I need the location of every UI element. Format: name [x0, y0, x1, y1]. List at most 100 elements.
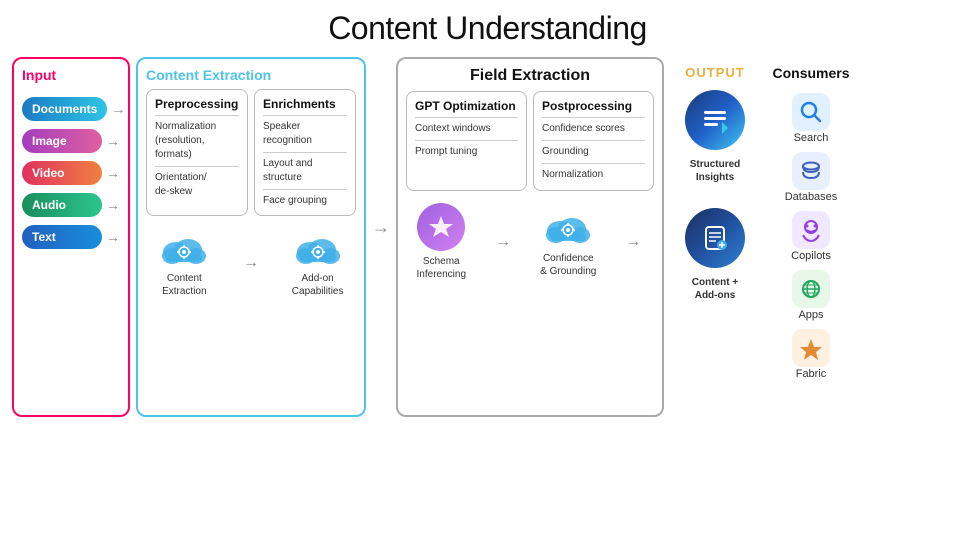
preprocessing-box: Preprocessing Normalization (resolution,… [146, 89, 248, 216]
input-row-documents: Documents → [22, 97, 120, 121]
schema-icon [417, 203, 465, 251]
arrow-text: → [106, 229, 120, 245]
input-section: Input Documents → Image → Video [12, 57, 130, 417]
cloud-extraction-label: ContentExtraction [162, 272, 206, 298]
content-extraction-section: Content Extraction Preprocessing Normali… [136, 57, 366, 417]
cloud-addon-label: Add-onCapabilities [292, 272, 344, 298]
consumers-section: Consumers Search [766, 57, 856, 384]
output-label: OUTPUT [685, 65, 744, 80]
pill-audio: Audio [22, 193, 102, 217]
consumer-fabric: Fabric [792, 329, 830, 380]
structured-insights-label: StructuredInsights [690, 158, 741, 184]
preprocessing-item1: Normalization (resolution, formats) [155, 120, 239, 162]
search-label: Search [794, 132, 829, 144]
image-label: Image [32, 134, 67, 148]
arrow-confidence-to-output: → [625, 233, 641, 251]
confidence-item: Confidence& Grounding [540, 206, 596, 278]
schema-item: SchemaInferencing [417, 203, 466, 281]
input-row-audio: Audio → [22, 193, 120, 217]
confidence-label: Confidence& Grounding [540, 252, 596, 278]
consumer-apps: Apps [792, 270, 830, 321]
page: { "title": "Content Understanding", "inp… [0, 0, 975, 536]
copilots-icon-circle [792, 211, 830, 249]
content-addons-label: Content +Add-ons [692, 276, 738, 302]
content-boxes-row: Preprocessing Normalization (resolution,… [146, 89, 356, 216]
pill-image: Image [22, 129, 102, 153]
content-addons-icon [698, 221, 732, 255]
postprocessing-title: Postprocessing [542, 99, 645, 113]
copilots-label: Copilots [791, 250, 831, 262]
content-cloud-row: ContentExtraction → [146, 228, 356, 298]
input-row-image: Image → [22, 129, 120, 153]
documents-label: Documents [32, 102, 97, 116]
gpt-item1: Context windows [415, 122, 518, 136]
structured-insights-icon [698, 103, 732, 137]
arrow-schema-to-confidence: → [495, 233, 511, 251]
pill-video: Video [22, 161, 102, 185]
arrow-documents: → [111, 101, 125, 117]
enrichments-item3: Face grouping [263, 194, 347, 208]
apps-icon [798, 276, 824, 302]
arrow-to-field: → [372, 57, 390, 238]
preprocessing-item2: Orientation/de-skew [155, 171, 239, 199]
post-item2: Grounding [542, 145, 645, 159]
consumer-databases: Databases [785, 152, 838, 203]
page-title: Content Understanding [328, 10, 647, 47]
databases-icon [798, 158, 824, 184]
preprocessing-title: Preprocessing [155, 97, 239, 111]
consumer-search: Search [792, 93, 830, 144]
pill-documents: Documents [22, 97, 107, 121]
content-extraction-label: Content Extraction [146, 67, 271, 83]
output-section: OUTPUT StructuredInsights [670, 57, 760, 302]
fabric-icon [798, 335, 824, 361]
search-icon-circle [792, 93, 830, 131]
diagram-row: Input Documents → Image → Video [12, 57, 963, 417]
content-addons-circle [685, 208, 745, 268]
search-icon [798, 99, 824, 125]
cloud-addon: Add-onCapabilities [292, 228, 344, 298]
gpt-item2: Prompt tuning [415, 145, 518, 159]
databases-label: Databases [785, 191, 838, 203]
consumer-copilots: Copilots [791, 211, 831, 262]
consumers-label: Consumers [772, 65, 849, 81]
gpt-box: GPT Optimization Context windows Prompt … [406, 91, 527, 191]
arrow-video: → [106, 165, 120, 181]
fabric-label: Fabric [796, 368, 827, 380]
arrow-image: → [106, 133, 120, 149]
field-extraction-section: Field Extraction GPT Optimization Contex… [396, 57, 664, 417]
cloud-extraction-icon [158, 228, 210, 268]
post-item3: Normalization [542, 168, 645, 182]
structured-insights-circle [685, 90, 745, 150]
schema-star-icon [427, 213, 455, 241]
input-items: Documents → Image → Video → [22, 97, 120, 249]
field-extraction-label: Field Extraction [406, 67, 654, 85]
arrow-between-clouds: → [243, 254, 259, 272]
confidence-cloud-icon [542, 206, 594, 248]
fabric-icon-circle [792, 329, 830, 367]
input-label: Input [22, 67, 56, 83]
cloud-addon-icon [292, 228, 344, 268]
schema-label: SchemaInferencing [417, 255, 466, 281]
enrichments-title: Enrichments [263, 97, 347, 111]
enrichments-item2: Layout and structure [263, 157, 347, 185]
copilots-icon [798, 217, 824, 243]
input-row-text: Text → [22, 225, 120, 249]
fe-cloud-row: SchemaInferencing → [406, 203, 654, 281]
fe-boxes-row: GPT Optimization Context windows Prompt … [406, 91, 654, 191]
cloud-extraction: ContentExtraction [158, 228, 210, 298]
apps-label: Apps [798, 309, 823, 321]
text-label: Text [32, 230, 56, 244]
video-label: Video [32, 166, 64, 180]
post-item1: Confidence scores [542, 122, 645, 136]
enrichments-box: Enrichments Speaker recognition Layout a… [254, 89, 356, 216]
main-arrow-1: → [372, 217, 390, 238]
input-row-video: Video → [22, 161, 120, 185]
gpt-title: GPT Optimization [415, 99, 518, 113]
apps-icon-circle [792, 270, 830, 308]
databases-icon-circle [792, 152, 830, 190]
postprocessing-box: Postprocessing Confidence scores Groundi… [533, 91, 654, 191]
pill-text: Text [22, 225, 102, 249]
enrichments-item1: Speaker recognition [263, 120, 347, 148]
arrow-audio: → [106, 197, 120, 213]
audio-label: Audio [32, 198, 66, 212]
